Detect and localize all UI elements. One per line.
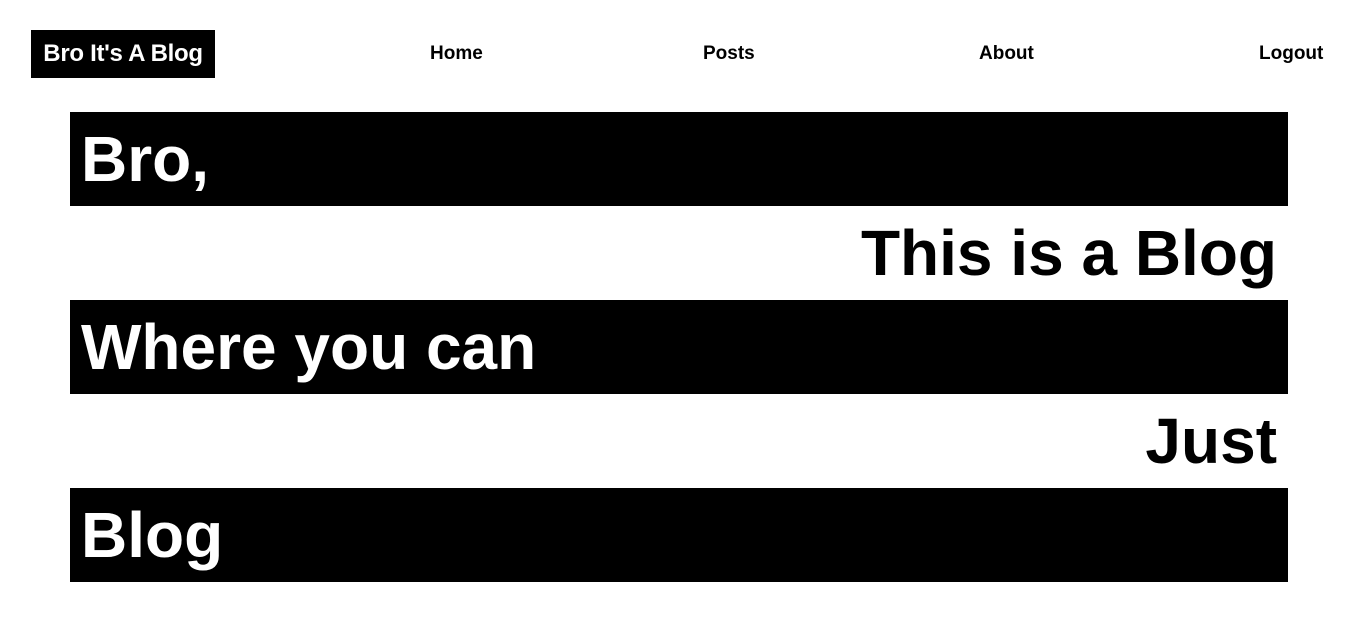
navbar: Bro It's A Blog Home Posts About Logout <box>0 0 1360 112</box>
nav-link-home[interactable]: Home <box>430 42 483 66</box>
brand-logo-link[interactable]: Bro It's A Blog <box>31 30 215 78</box>
hero-line-3: Where you can <box>70 300 1288 394</box>
nav-link-posts[interactable]: Posts <box>703 42 755 66</box>
nav-link-about[interactable]: About <box>979 42 1034 66</box>
hero-line-4: Just <box>70 394 1288 488</box>
hero-line-5: Blog <box>70 488 1288 582</box>
hero-line-2: This is a Blog <box>70 206 1288 300</box>
nav-link-logout[interactable]: Logout <box>1259 42 1323 66</box>
hero-banner: Bro, This is a Blog Where you can Just B… <box>70 112 1288 582</box>
hero-line-1: Bro, <box>70 112 1288 206</box>
